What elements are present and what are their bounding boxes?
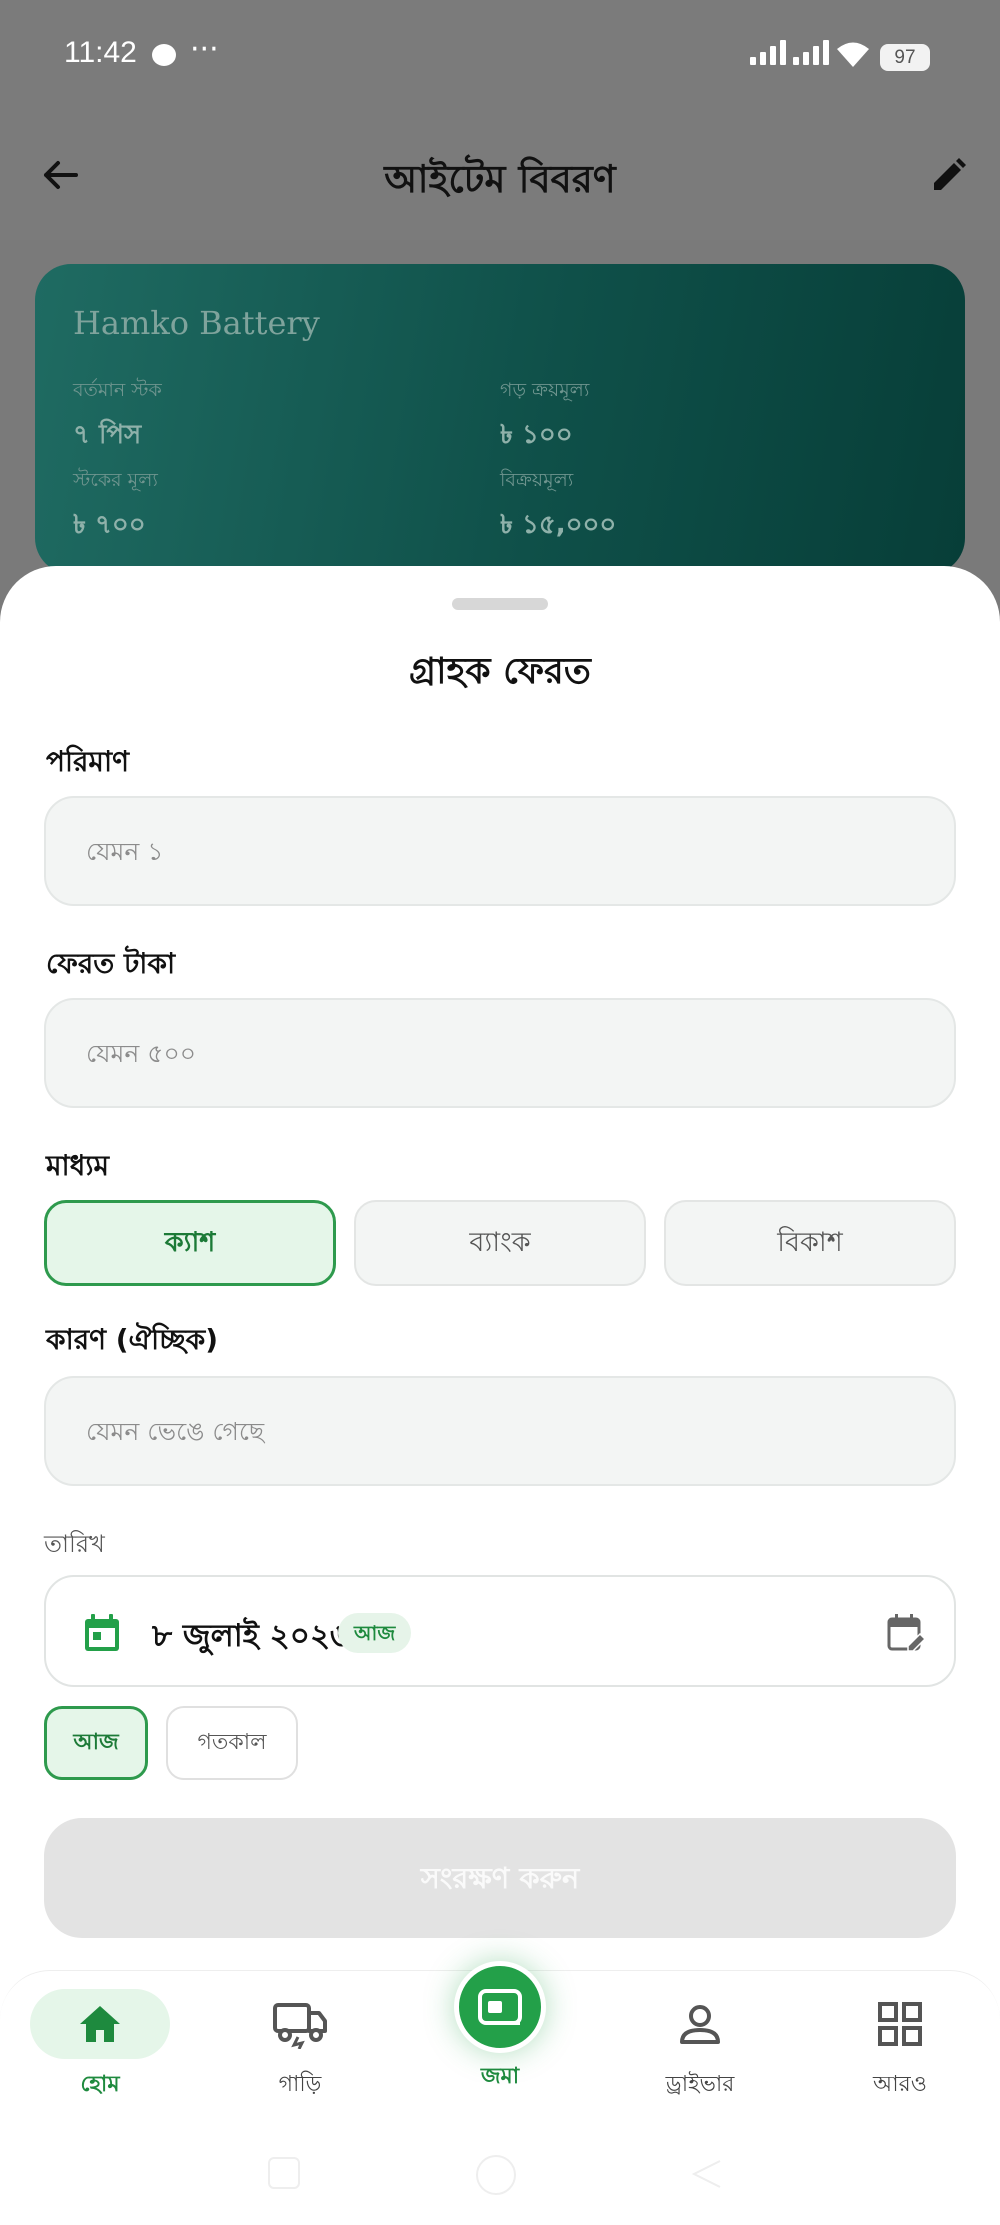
wifi-icon (837, 42, 869, 67)
more-notifications-icon: ··· (190, 32, 219, 67)
current-stock-value: ৭ পিস (73, 420, 142, 450)
nav-label-driver: ড্রাইভার (665, 2072, 735, 2097)
status-bar: 11:42 ··· 97 (0, 0, 1000, 110)
battery-indicator: 97 (880, 44, 930, 71)
person-icon (680, 2005, 720, 2044)
reason-input[interactable] (44, 1376, 956, 1486)
quick-date-yesterday-chip[interactable]: গতকাল (166, 1706, 298, 1780)
sale-price-label: বিক্রয়মূল্য (500, 469, 574, 491)
nav-label-vehicle: গাড়ি (278, 2072, 322, 2097)
item-summary-card: Hamko Battery বর্তমান স্টক ৭ পিস গড় ক্র… (35, 264, 965, 574)
reason-label: কারণ (ঐচ্ছিক) (46, 1323, 218, 1356)
sheet-drag-handle[interactable] (452, 598, 548, 610)
signal-icon (750, 40, 786, 65)
quantity-label: পরিমাণ (46, 745, 130, 778)
grid-icon (878, 2002, 922, 2046)
nav-item-home[interactable]: হোম (30, 1989, 170, 2104)
back-system-button[interactable] (690, 2157, 724, 2191)
stock-value-label: স্টকের মূল্য (73, 469, 158, 491)
today-badge: আজ (338, 1613, 412, 1653)
nav-item-more[interactable]: আরও (830, 1989, 970, 2104)
quick-date-today-chip[interactable]: আজ (44, 1706, 148, 1780)
method-cash-button[interactable]: ক্যাশ (44, 1200, 336, 1286)
sheet-title: গ্রাহক ফেরত (409, 651, 591, 692)
stock-value: স্টকের মূল্য ৳ ৭০০ (73, 466, 158, 548)
selected-date: ৮ জুলাই ২০২৬ (152, 1618, 351, 1654)
nav-label-more: আরও (873, 2072, 927, 2097)
calendar-icon (85, 1614, 119, 1651)
nav-label-deposit: জমা (480, 2064, 520, 2089)
pencil-icon[interactable] (928, 156, 968, 196)
calendar-edit-icon[interactable] (886, 1613, 926, 1655)
current-stock: বর্তমান স্টক ৭ পিস (73, 376, 162, 458)
app-bar: আইটেম বিবরণ (0, 110, 1000, 240)
page-title: আইটেম বিবরণ (384, 157, 616, 201)
home-icon (80, 2006, 120, 2042)
save-button[interactable]: সংরক্ষণ করুন (44, 1818, 956, 1938)
sale-price-value: ৳ ১৫,০০০ (500, 510, 617, 540)
payment-method-label: মাধ্যম (46, 1149, 110, 1182)
nav-item-driver[interactable]: ড্রাইভার (630, 1989, 770, 2104)
average-cost-label: গড় ক্রয়মূল্য (500, 379, 590, 401)
refund-amount-input[interactable] (44, 998, 956, 1108)
system-navigation-bar (0, 2135, 1000, 2225)
date-picker-field[interactable]: ৮ জুলাই ২০২৬ আজ (44, 1575, 956, 1687)
wallet-icon (478, 1989, 522, 2025)
current-stock-label: বর্তমান স্টক (73, 379, 162, 401)
sale-price: বিক্রয়মূল্য ৳ ১৫,০০০ (500, 466, 616, 548)
average-cost-value: ৳ ১০০ (500, 420, 573, 450)
status-time: 11:42 (64, 36, 137, 69)
method-bank-button[interactable]: ব্যাংক (354, 1200, 646, 1286)
customer-return-sheet: গ্রাহক ফেরত পরিমাণ ফেরত টাকা মাধ্যম ক্যা… (0, 566, 1000, 2126)
item-name: Hamko Battery (73, 304, 320, 342)
method-bkash-button[interactable]: বিকাশ (664, 1200, 956, 1286)
bottom-navigation: হোম গাড়ি জমা ড্রাইভার আরও (0, 1961, 1000, 2135)
average-cost: গড় ক্রয়মূল্য ৳ ১০০ (500, 376, 589, 458)
quantity-input[interactable] (44, 796, 956, 906)
nav-item-vehicle[interactable]: গাড়ি (230, 1989, 370, 2104)
refund-amount-label: ফেরত টাকা (46, 947, 176, 980)
recents-button[interactable] (268, 2157, 300, 2189)
signal-icon-2 (793, 40, 829, 65)
deposit-fab-button[interactable] (454, 1961, 546, 2053)
chat-notification-icon (152, 44, 176, 66)
nav-label-home: হোম (80, 2072, 120, 2097)
home-system-button[interactable] (476, 2155, 516, 2195)
truck-icon (273, 2003, 327, 2049)
nav-item-deposit[interactable]: জমা (440, 1961, 560, 2096)
stock-value-value: ৳ ৭০০ (73, 510, 146, 540)
date-label: তারিখ (44, 1530, 105, 1558)
